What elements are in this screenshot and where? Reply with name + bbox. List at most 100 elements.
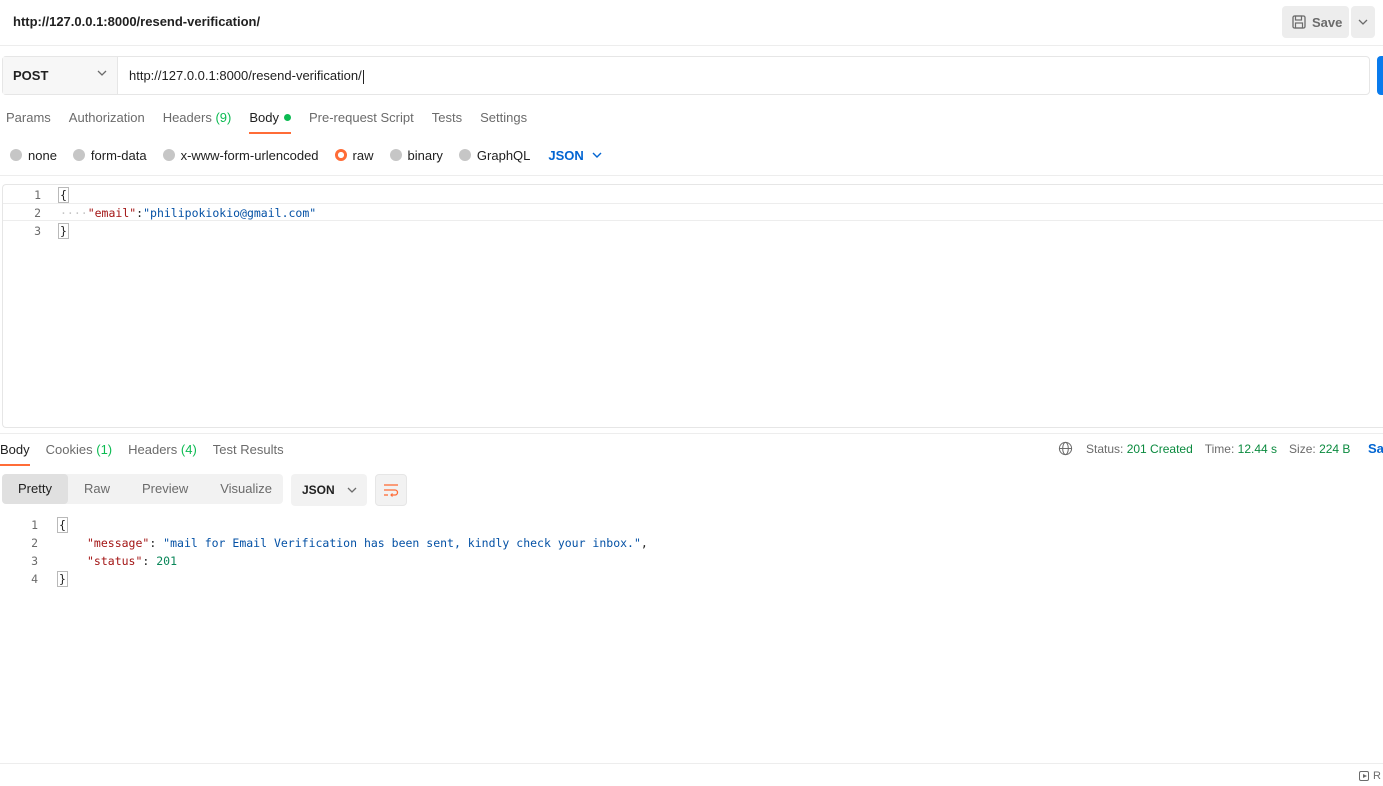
open-brace: { xyxy=(57,517,68,533)
response-body-viewer[interactable]: 1 { 2 "message": "mail for Email Verific… xyxy=(0,516,1383,596)
method-select[interactable]: POST xyxy=(3,57,118,94)
body-language-select[interactable]: JSON xyxy=(548,147,602,163)
response-line: 4 } xyxy=(0,570,1383,588)
line-number: 4 xyxy=(31,572,38,586)
close-brace: } xyxy=(57,571,68,587)
save-label: Save xyxy=(1312,14,1343,30)
status-value: 201 Created xyxy=(1126,441,1193,456)
save-icon xyxy=(1292,15,1306,29)
view-visualize[interactable]: Visualize xyxy=(204,474,288,504)
tab-headers[interactable]: Headers (9) xyxy=(157,108,238,134)
url-text: http://127.0.0.1:8000/resend-verificatio… xyxy=(129,68,362,83)
size-info[interactable]: Size: 224 B xyxy=(1289,442,1350,456)
runner-icon xyxy=(1359,771,1369,781)
radio-none[interactable]: none xyxy=(10,148,57,163)
method-label: POST xyxy=(13,68,49,83)
status-info[interactable]: Status: 201 Created xyxy=(1086,442,1193,456)
view-raw[interactable]: Raw xyxy=(68,474,126,504)
url-input[interactable]: http://127.0.0.1:8000/resend-verificatio… xyxy=(129,68,364,84)
tab-authorization[interactable]: Authorization xyxy=(63,108,151,134)
response-tabs: Body Cookies (1) Headers (4) Test Result… xyxy=(0,440,300,466)
headers-count: (9) xyxy=(215,110,232,125)
response-line: 2 "message": "mail for Email Verificatio… xyxy=(0,534,1383,552)
response-view-switcher: Pretty Raw Preview Visualize xyxy=(2,474,283,504)
json-value: "philipokiokio@gmail.com" xyxy=(143,206,317,220)
wrap-lines-icon xyxy=(384,484,399,497)
size-value: 224 B xyxy=(1319,441,1351,456)
chevron-down-icon xyxy=(97,70,107,76)
line-number: 3 xyxy=(34,224,41,238)
json-number: 201 xyxy=(156,554,178,568)
radio-circle xyxy=(162,149,175,161)
text-cursor xyxy=(362,69,364,84)
request-title[interactable]: http://127.0.0.1:8000/resend-verificatio… xyxy=(13,14,260,29)
chevron-down-icon xyxy=(347,487,357,493)
url-bar: POST http://127.0.0.1:8000/resend-verifi… xyxy=(2,56,1370,95)
radio-graphql[interactable]: GraphQL xyxy=(458,148,530,163)
save-button[interactable]: Save xyxy=(1282,6,1349,38)
json-key: "email" xyxy=(87,206,137,220)
response-tab-headers[interactable]: Headers (4) xyxy=(128,440,197,466)
response-line: 3 "status": 201 xyxy=(0,552,1383,570)
request-title-bar: http://127.0.0.1:8000/resend-verificatio… xyxy=(0,0,1383,46)
json-key: "message" xyxy=(87,536,150,550)
chevron-down-icon xyxy=(592,152,602,158)
radio-circle xyxy=(10,149,22,161)
cookies-count: (1) xyxy=(96,442,113,457)
globe-icon[interactable] xyxy=(1058,441,1073,456)
runner-button[interactable]: R xyxy=(1359,770,1381,782)
body-language-label: JSON xyxy=(548,147,584,163)
radio-binary[interactable]: binary xyxy=(389,148,443,163)
save-response-button[interactable]: Sa xyxy=(1368,441,1383,456)
response-line: 1 { xyxy=(0,516,1383,534)
radio-form-data[interactable]: form-data xyxy=(72,148,147,163)
radio-circle xyxy=(389,149,402,161)
response-tab-test-results[interactable]: Test Results xyxy=(213,440,284,466)
close-brace: } xyxy=(58,223,69,239)
json-key: "status" xyxy=(87,554,143,568)
response-format-label: JSON xyxy=(302,483,335,497)
radio-raw[interactable]: raw xyxy=(334,148,374,163)
line-number: 1 xyxy=(31,518,38,532)
tab-tests[interactable]: Tests xyxy=(426,108,468,134)
wrap-lines-button[interactable] xyxy=(375,474,407,506)
save-options-button[interactable] xyxy=(1351,6,1375,38)
radio-circle xyxy=(72,149,85,161)
status-footer: R xyxy=(0,763,1383,786)
view-preview[interactable]: Preview xyxy=(126,474,204,504)
response-tab-cookies[interactable]: Cookies (1) xyxy=(46,440,112,466)
line-number: 2 xyxy=(34,206,41,220)
json-value: "mail for Email Verification has been se… xyxy=(163,536,641,550)
open-brace: { xyxy=(58,187,69,203)
response-headers-count: (4) xyxy=(180,442,197,457)
response-tab-body[interactable]: Body xyxy=(0,440,30,466)
editor-line: 3 } xyxy=(3,222,1383,240)
request-tabs: Params Authorization Headers (9) Body Pr… xyxy=(0,108,539,136)
response-format-select[interactable]: JSON xyxy=(291,474,367,506)
radio-x-www-form-urlencoded[interactable]: x-www-form-urlencoded xyxy=(162,148,319,163)
line-number: 2 xyxy=(31,536,38,550)
runner-label: R xyxy=(1373,770,1381,782)
editor-line: 1 { xyxy=(3,186,1383,204)
response-status-bar: Status: 201 Created Time: 12.44 s Size: … xyxy=(1058,441,1362,456)
chevron-down-icon xyxy=(1358,19,1368,25)
request-body-editor[interactable]: 1 { 2 ····"email":"philipokiokio@gmail.c… xyxy=(2,184,1383,428)
view-pretty[interactable]: Pretty xyxy=(2,474,68,504)
radio-circle-selected xyxy=(334,149,347,161)
tab-settings[interactable]: Settings xyxy=(474,108,533,134)
divider xyxy=(0,175,1383,176)
body-type-options: none form-data x-www-form-urlencoded raw… xyxy=(10,146,602,164)
tab-pre-request-script[interactable]: Pre-request Script xyxy=(303,108,420,134)
time-value: 12.44 s xyxy=(1237,441,1278,456)
line-number: 3 xyxy=(31,554,38,568)
tab-body[interactable]: Body xyxy=(243,108,297,134)
divider xyxy=(0,433,1383,434)
body-indicator-dot xyxy=(283,114,291,122)
tab-params[interactable]: Params xyxy=(0,108,57,134)
editor-line-active: 2 ····"email":"philipokiokio@gmail.com" xyxy=(3,203,1383,221)
indent-guide: ···· xyxy=(60,206,88,220)
send-button[interactable] xyxy=(1377,56,1383,95)
line-number: 1 xyxy=(34,188,41,202)
radio-circle xyxy=(458,149,471,161)
time-info[interactable]: Time: 12.44 s xyxy=(1205,442,1277,456)
